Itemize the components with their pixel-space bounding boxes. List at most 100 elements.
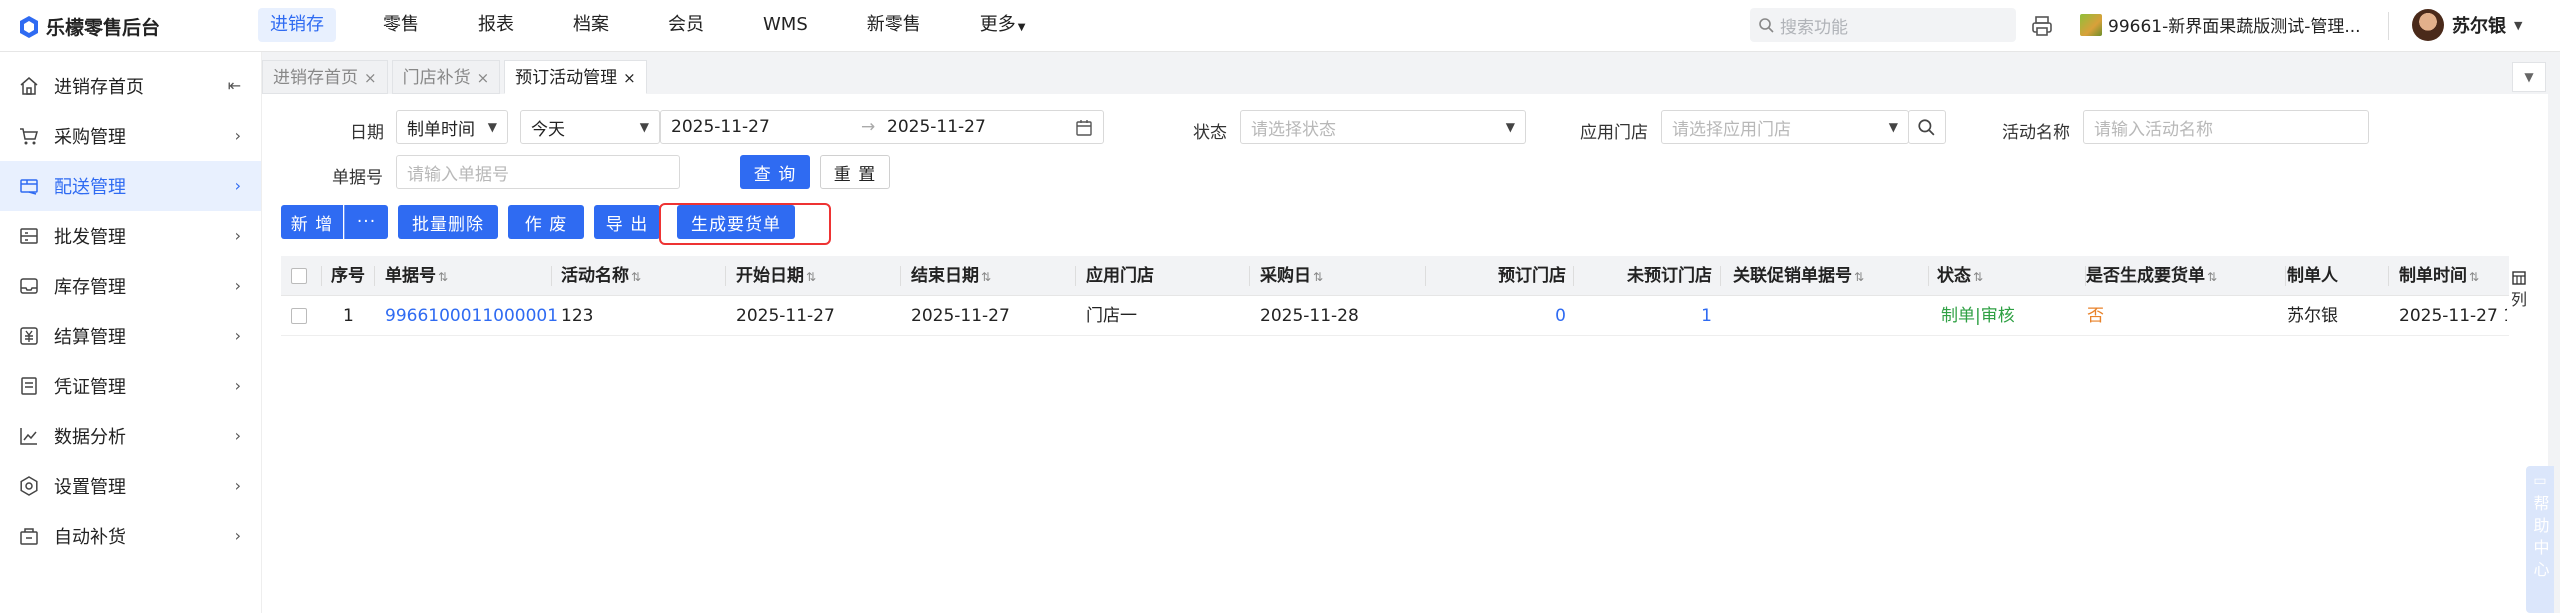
sidebar-item-label: 设置管理 [54, 477, 126, 498]
cell-unbooked-link[interactable]: 1 [1574, 296, 1712, 336]
nav-item-retail[interactable]: 零售 [371, 8, 431, 42]
close-icon[interactable]: × [364, 69, 377, 87]
col-seq: 序号 [331, 266, 365, 286]
sidebar-item-label: 结算管理 [54, 327, 126, 348]
delivery-icon [18, 175, 40, 197]
store-switcher[interactable]: 99661-新界面果蔬版测试-管理... [2080, 12, 2361, 37]
sort-icon: ⇅ [806, 270, 817, 284]
calendar-icon [1076, 120, 1092, 136]
sidebar-item-analytics[interactable]: 数据分析 › [0, 411, 261, 461]
chevron-right-icon: › [234, 176, 241, 195]
status-select[interactable]: 请选择状态 ▼ [1240, 110, 1526, 144]
reset-button[interactable]: 重 置 [820, 155, 890, 189]
chevron-down-icon: ▼ [1888, 120, 1898, 134]
docno-input[interactable]: 请输入单据号 [396, 155, 680, 189]
nav-item-wms[interactable]: WMS [751, 8, 820, 42]
chevron-down-icon: ▼ [639, 120, 649, 134]
nav-item-inventory[interactable]: 进销存 [258, 8, 336, 42]
nav-item-reports[interactable]: 报表 [466, 8, 526, 42]
sidebar-item-delivery[interactable]: 配送管理 › [0, 161, 261, 211]
column-divider [725, 266, 726, 286]
sort-icon: ⇅ [631, 270, 642, 284]
close-icon[interactable]: × [623, 69, 636, 87]
select-all-checkbox[interactable] [291, 268, 307, 284]
tab-inventory-home[interactable]: 进销存首页 × [262, 60, 388, 94]
replenish-icon [18, 525, 40, 547]
col-end-date[interactable]: 结束日期 ⇅ [911, 256, 991, 296]
sidebar-item-voucher[interactable]: 凭证管理 › [0, 361, 261, 411]
chevron-right-icon: › [234, 126, 241, 145]
col-label: 活动名称 [561, 266, 629, 286]
sort-icon: ⇅ [2469, 270, 2480, 284]
tab-booking-activity[interactable]: 预订活动管理 × [504, 60, 647, 94]
nav-item-new-retail[interactable]: 新零售 [855, 8, 933, 42]
store-name: 99661-新界面果蔬版测试-管理... [2108, 17, 2361, 37]
sidebar-item-home[interactable]: 进销存首页 ⇤ [0, 61, 261, 111]
arrow-right-icon: → [861, 117, 876, 137]
printer-icon[interactable] [2030, 14, 2054, 38]
activity-name-input[interactable]: 请输入活动名称 [2083, 110, 2369, 144]
chevron-right-icon: › [234, 226, 241, 245]
nav-item-archives[interactable]: 档案 [561, 8, 621, 42]
date-range-picker[interactable]: 2025-11-27 → 2025-11-27 [660, 110, 1104, 144]
tab-label: 进销存首页 [273, 68, 358, 88]
sort-icon: ⇅ [981, 270, 992, 284]
date-type-select[interactable]: 制单时间 ▼ [396, 110, 508, 144]
nav-more-label: 更多 [979, 14, 1016, 35]
col-label: 制单时间 [2399, 266, 2467, 286]
close-icon[interactable]: × [477, 69, 490, 87]
add-button[interactable]: 新 增 [281, 205, 343, 239]
sort-icon: ⇅ [2207, 270, 2218, 284]
status-placeholder: 请选择状态 [1251, 119, 1336, 140]
col-generated[interactable]: 是否生成要货单 ⇅ [2086, 256, 2217, 296]
void-button[interactable]: 作 废 [508, 205, 584, 239]
sort-icon: ⇅ [438, 270, 449, 284]
col-status[interactable]: 状态 ⇅ [1937, 256, 1983, 296]
row-checkbox[interactable] [291, 308, 307, 324]
table-header: 序号 单据号 ⇅ 活动名称 ⇅ 开始日期 ⇅ 结束日期 ⇅ 应用门店 采购日 ⇅ 预订门店… [281, 256, 2509, 296]
sidebar-item-label: 库存管理 [54, 277, 126, 298]
date-range-select[interactable]: 今天 ▼ [520, 110, 660, 144]
user-menu[interactable]: 苏尔银 ▼ [2412, 9, 2522, 41]
tab-store-replenish[interactable]: 门店补货 × [391, 60, 501, 94]
column-settings-button[interactable]: 列 [2509, 270, 2529, 310]
export-button[interactable]: 导 出 [594, 205, 660, 239]
date-range-value: 今天 [531, 119, 565, 140]
collapse-sidebar-icon[interactable]: ⇤ [228, 76, 241, 95]
sidebar-item-auto-replenish[interactable]: 自动补货 › [0, 511, 261, 561]
batch-delete-button[interactable]: 批量删除 [398, 205, 498, 239]
status-label: 状态 [1193, 123, 1227, 143]
col-activity[interactable]: 活动名称 ⇅ [561, 256, 641, 296]
chevron-right-icon: › [234, 326, 241, 345]
store-thumbnail [2080, 13, 2102, 36]
col-store: 应用门店 [1086, 266, 1154, 286]
brand-logo[interactable]: 乐檬零售后台 [18, 13, 160, 40]
nav-item-more[interactable]: 更多 ▼ [968, 8, 1038, 42]
cell-booked-link[interactable]: 0 [1426, 296, 1566, 336]
help-center-button[interactable]: ▭ 帮助中心 [2526, 466, 2554, 613]
store-search-button[interactable] [1908, 110, 1946, 144]
col-created-time[interactable]: 制单时间 ⇅ [2399, 256, 2507, 296]
search-input[interactable]: 搜索功能 [1750, 8, 2016, 42]
settlement-icon [18, 325, 40, 347]
sidebar-item-purchase[interactable]: 采购管理 › [0, 111, 261, 161]
tabs-dropdown-icon[interactable]: ▼ [2512, 62, 2546, 92]
col-start-date[interactable]: 开始日期 ⇅ [736, 256, 816, 296]
col-promo-no[interactable]: 关联促销单据号 ⇅ [1733, 256, 1864, 296]
col-purchase-day[interactable]: 采购日 ⇅ [1260, 256, 1323, 296]
sidebar-item-settlement[interactable]: 结算管理 › [0, 311, 261, 361]
table-row[interactable]: 1 9966100011000001 123 2025-11-27 2025-1… [281, 296, 2509, 336]
column-divider [1720, 266, 1721, 286]
query-button[interactable]: 查 询 [740, 155, 810, 189]
col-docno[interactable]: 单据号 ⇅ [385, 256, 448, 296]
sidebar-item-wholesale[interactable]: 批发管理 › [0, 211, 261, 261]
nav-item-members[interactable]: 会员 [656, 8, 716, 42]
cell-docno-link[interactable]: 9966100011000001 [385, 296, 558, 336]
add-more-button[interactable]: ··· [344, 205, 388, 239]
store-select[interactable]: 请选择应用门店 ▼ [1661, 110, 1909, 144]
cell-seq: 1 [343, 306, 354, 326]
sidebar-item-settings[interactable]: 设置管理 › [0, 461, 261, 511]
sort-icon: ⇅ [1973, 270, 1984, 284]
search-placeholder: 搜索功能 [1780, 17, 1848, 38]
sidebar-item-inventory[interactable]: 库存管理 › [0, 261, 261, 311]
